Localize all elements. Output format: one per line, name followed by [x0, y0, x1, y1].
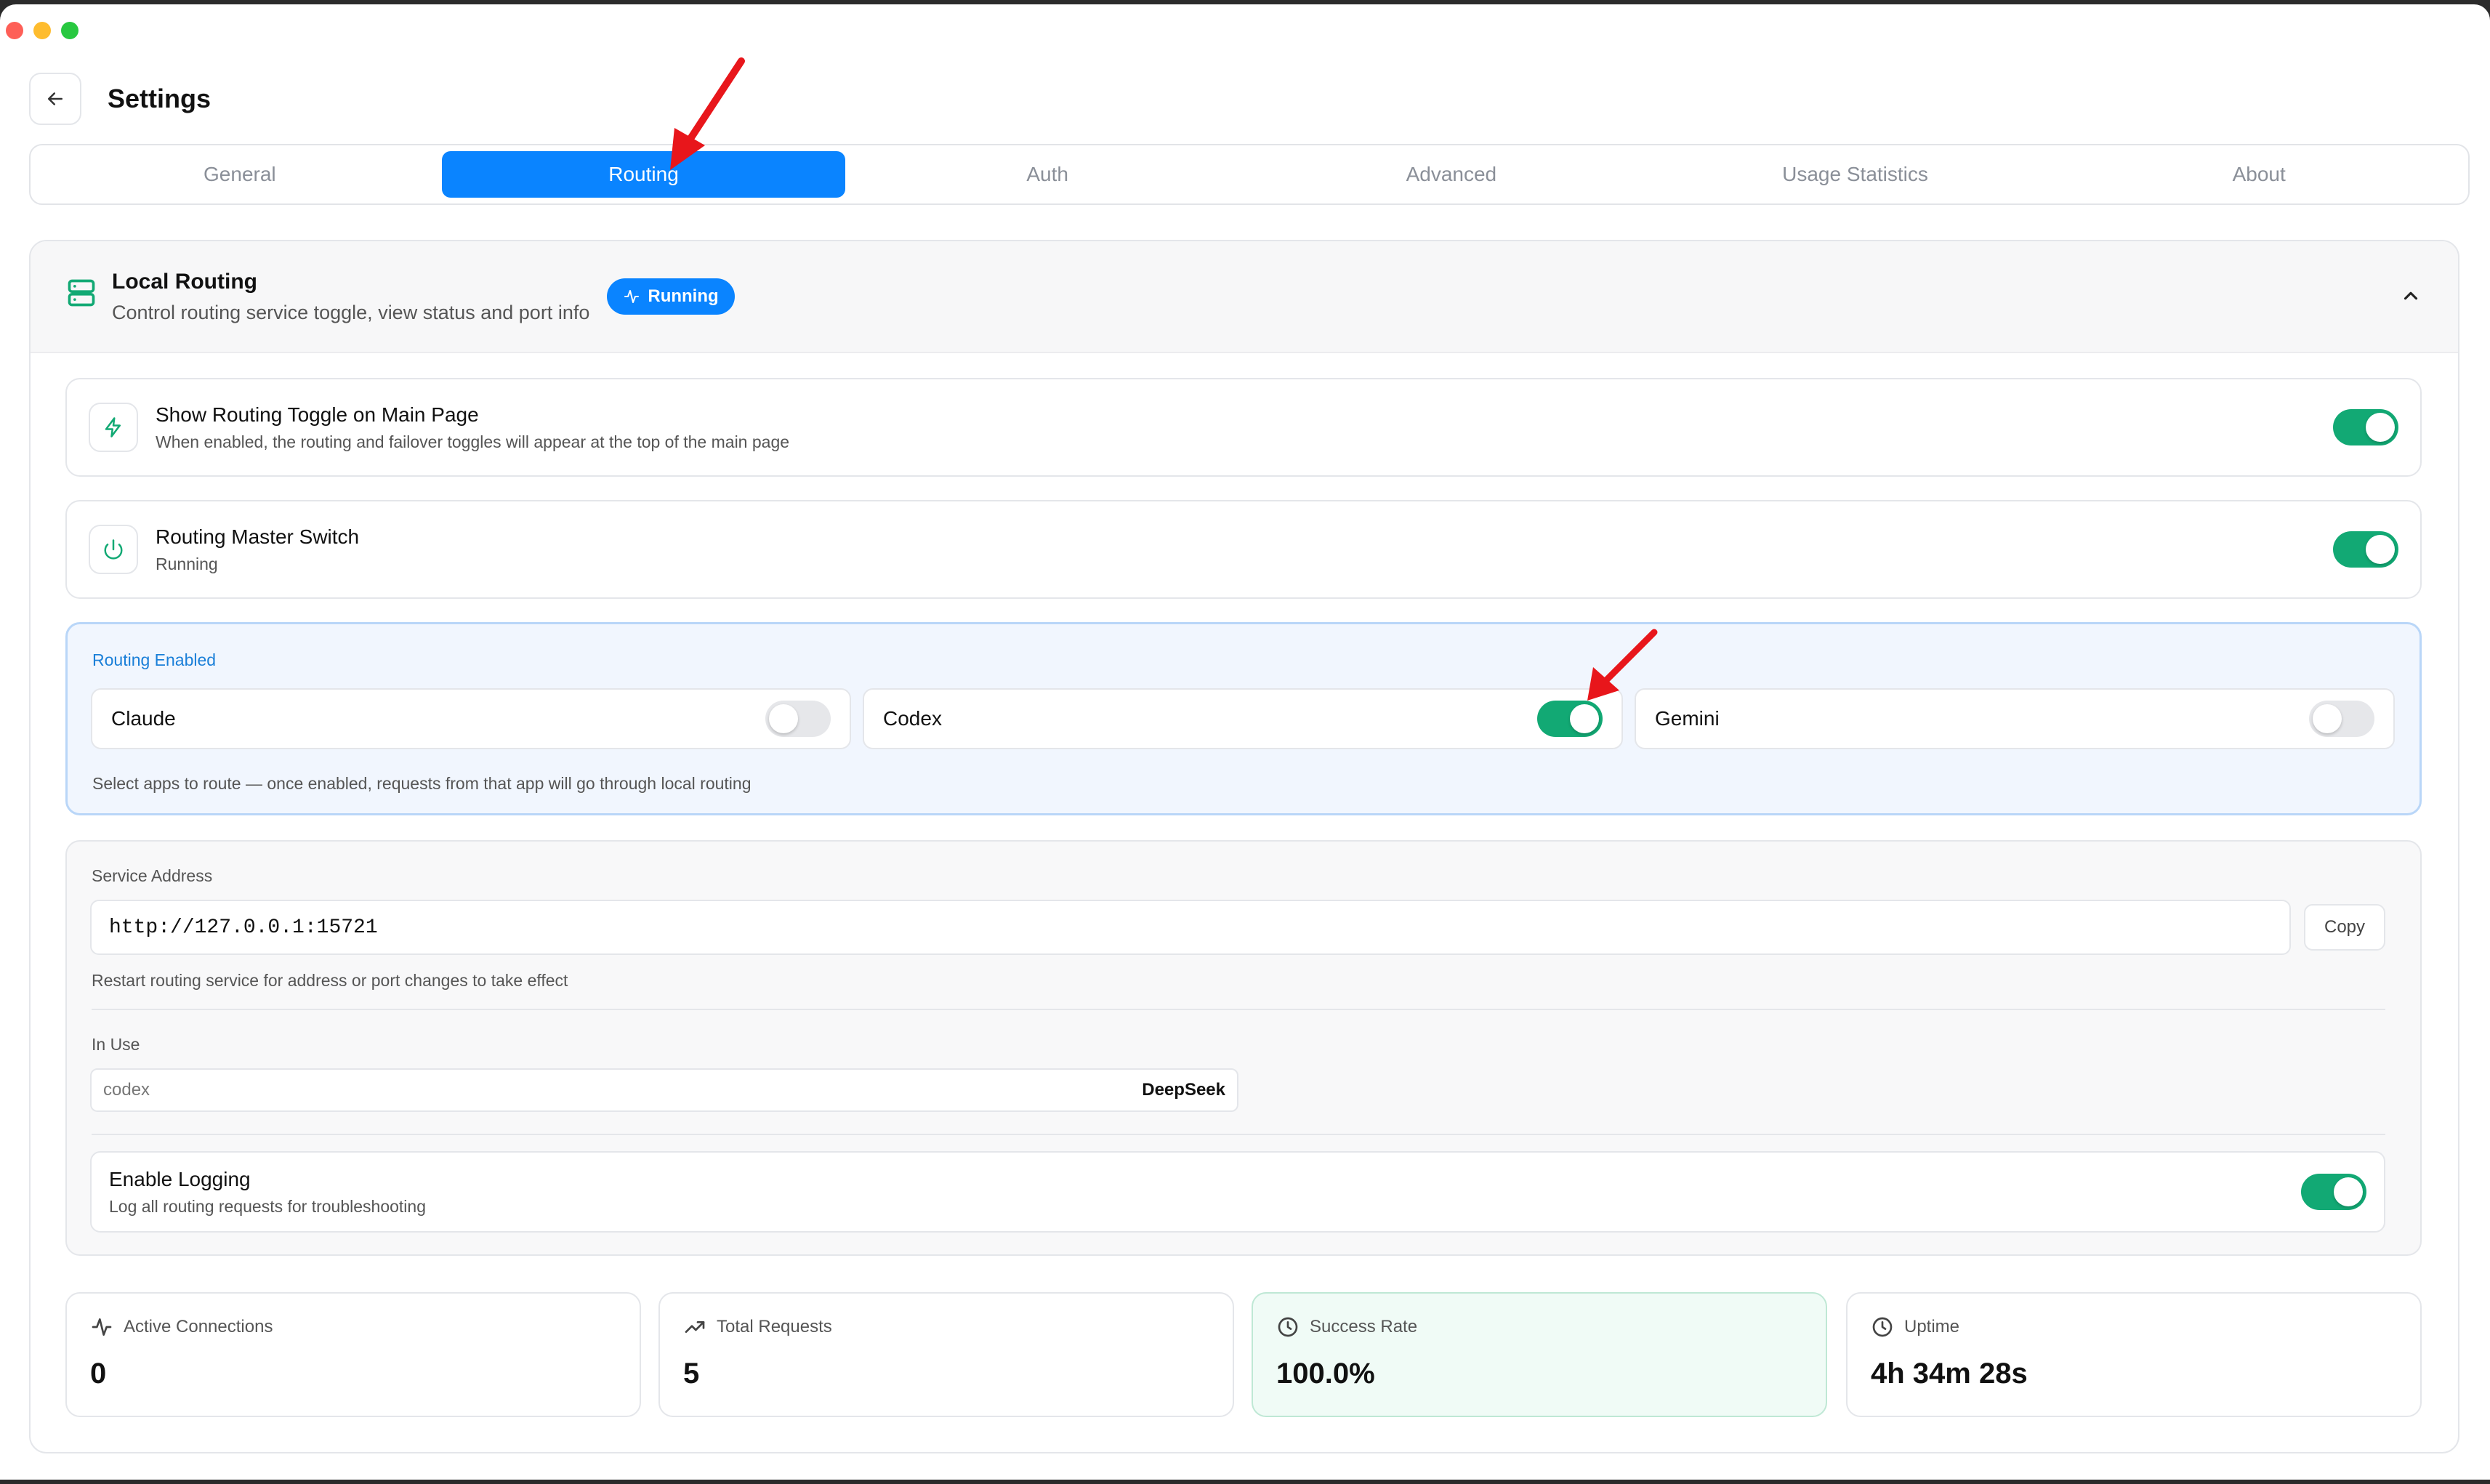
local-routing-subtitle: Control routing service toggle, view sta… — [112, 301, 590, 323]
in-use-provider: DeepSeek — [1142, 1080, 1225, 1100]
activity-icon — [92, 1318, 112, 1336]
service-address-label: Service Address — [92, 866, 213, 885]
trending-up-icon — [685, 1321, 705, 1333]
stat-label: Active Connections — [124, 1317, 273, 1336]
restart-hint: Restart routing service for address or p… — [92, 971, 568, 990]
zap-icon-box — [89, 403, 138, 452]
red-arrow-annotation — [670, 57, 745, 170]
stat-total-requests: Total Requests 5 — [658, 1292, 1234, 1417]
app-window: Settings General Routing Auth Advanced U… — [0, 4, 2490, 1480]
tab-auth[interactable]: Auth — [845, 151, 1249, 198]
server-icon — [68, 279, 95, 307]
window-controls — [6, 22, 78, 39]
show-toggle-title: Show Routing Toggle on Main Page — [156, 403, 479, 426]
clock-icon — [1872, 1317, 1893, 1337]
stat-active-connections: Active Connections 0 — [65, 1292, 641, 1417]
back-button[interactable] — [29, 73, 81, 125]
power-icon-box — [89, 525, 138, 574]
master-switch-card: Routing Master Switch Running — [65, 500, 2422, 599]
status-badge-label: Running — [648, 286, 719, 306]
power-icon — [104, 539, 123, 560]
clock-icon — [1278, 1317, 1298, 1337]
routing-enabled-section: Routing Enabled Claude Codex Gemini Sele… — [65, 622, 2422, 815]
local-routing-header[interactable]: Local Routing Control routing service to… — [31, 241, 2458, 353]
service-address-field[interactable]: http://127.0.0.1:15721 — [90, 900, 2291, 955]
tab-about[interactable]: About — [2057, 151, 2461, 198]
gemini-toggle[interactable] — [2309, 701, 2374, 737]
settings-tabs: General Routing Auth Advanced Usage Stat… — [29, 144, 2470, 205]
stat-value: 100.0% — [1276, 1358, 1375, 1390]
app-name-gemini: Gemini — [1655, 707, 1720, 730]
page-title: Settings — [108, 84, 211, 113]
logging-subtitle: Log all routing requests for troubleshoo… — [109, 1196, 427, 1216]
in-use-app: codex — [103, 1080, 150, 1100]
logging-title: Enable Logging — [109, 1167, 251, 1190]
maximize-window-button[interactable] — [61, 22, 78, 39]
app-card-claude: Claude — [91, 688, 851, 749]
app-name-codex: Codex — [883, 707, 942, 730]
zap-icon — [105, 417, 121, 437]
tab-general[interactable]: General — [38, 151, 442, 198]
app-card-codex: Codex — [863, 688, 1623, 749]
stat-label: Total Requests — [717, 1317, 832, 1336]
routing-enabled-title: Routing Enabled — [92, 650, 217, 669]
show-toggle-switch[interactable] — [2333, 409, 2398, 445]
stat-value: 0 — [90, 1358, 107, 1390]
service-section: Service Address http://127.0.0.1:15721 C… — [65, 840, 2422, 1256]
app-name-claude: Claude — [111, 707, 176, 730]
tab-usage-statistics[interactable]: Usage Statistics — [1653, 151, 2058, 198]
minimize-window-button[interactable] — [33, 22, 51, 39]
claude-toggle[interactable] — [765, 701, 831, 737]
master-switch-status: Running — [156, 554, 218, 573]
stat-uptime: Uptime 4h 34m 28s — [1846, 1292, 2422, 1417]
stat-label: Success Rate — [1310, 1317, 1418, 1336]
stat-value: 5 — [683, 1358, 700, 1390]
red-arrow-annotation — [1587, 629, 1658, 701]
activity-icon — [624, 290, 640, 303]
show-toggle-card: Show Routing Toggle on Main Page When en… — [65, 378, 2422, 477]
routing-enabled-hint: Select apps to route — once enabled, req… — [92, 774, 752, 793]
master-switch-toggle[interactable] — [2333, 531, 2398, 568]
local-routing-panel: Local Routing Control routing service to… — [29, 240, 2459, 1453]
chevron-up-icon[interactable] — [2400, 285, 2422, 307]
arrow-left-icon — [48, 92, 63, 105]
in-use-label: In Use — [92, 1035, 140, 1054]
in-use-field: codex DeepSeek — [90, 1068, 1238, 1112]
copy-button[interactable]: Copy — [2304, 904, 2385, 951]
stat-value: 4h 34m 28s — [1871, 1358, 2028, 1390]
master-switch-title: Routing Master Switch — [156, 525, 360, 548]
stat-label: Uptime — [1904, 1317, 1960, 1336]
status-badge: Running — [607, 278, 735, 315]
stat-success-rate: Success Rate 100.0% — [1252, 1292, 1827, 1417]
logging-card: Enable Logging Log all routing requests … — [90, 1151, 2385, 1233]
show-toggle-subtitle: When enabled, the routing and failover t… — [156, 432, 790, 451]
divider — [92, 1134, 2385, 1135]
logging-toggle[interactable] — [2301, 1174, 2366, 1210]
divider — [92, 1009, 2385, 1010]
local-routing-title: Local Routing — [112, 269, 257, 294]
close-window-button[interactable] — [6, 22, 23, 39]
tab-routing[interactable]: Routing — [441, 151, 846, 198]
tab-advanced[interactable]: Advanced — [1249, 151, 1653, 198]
page-header: Settings — [29, 73, 211, 125]
app-card-gemini: Gemini — [1635, 688, 2395, 749]
